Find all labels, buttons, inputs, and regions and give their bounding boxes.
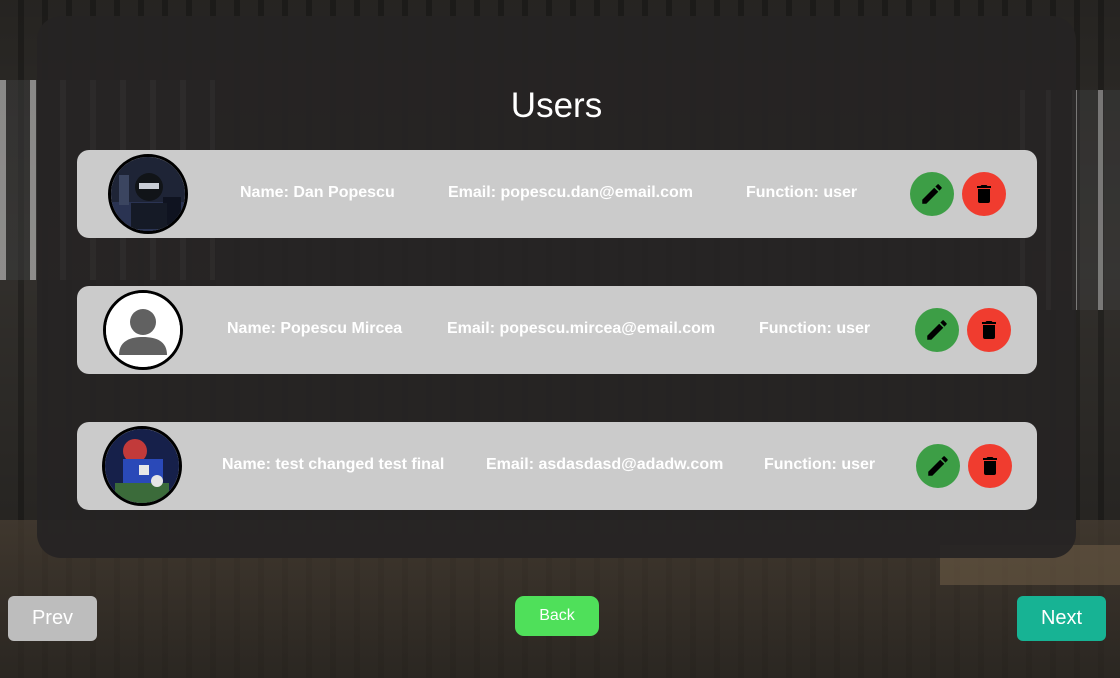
trash-icon xyxy=(983,457,997,475)
person-icon xyxy=(106,293,180,367)
avatar xyxy=(103,290,183,370)
pencil-icon xyxy=(928,456,948,476)
trash-icon xyxy=(982,321,996,339)
user-email: Email: popescu.dan@email.com xyxy=(448,184,693,201)
delete-user-button[interactable] xyxy=(968,444,1012,488)
page-title: Users xyxy=(510,86,603,125)
user-name: Name: Dan Popescu xyxy=(240,184,395,201)
delete-user-button[interactable] xyxy=(967,308,1011,352)
back-button[interactable]: Back xyxy=(515,596,599,636)
trash-icon xyxy=(977,185,991,203)
user-card: Name: test changed test final Email: asd… xyxy=(77,422,1037,510)
user-function: Function: user xyxy=(764,456,876,473)
edit-user-button[interactable] xyxy=(915,308,959,352)
pencil-icon xyxy=(922,184,942,204)
next-button[interactable]: Next xyxy=(1017,596,1106,641)
user-name: Name: Popescu Mircea xyxy=(227,320,403,337)
user-email: Email: popescu.mircea@email.com xyxy=(447,320,716,337)
prev-button[interactable]: Prev xyxy=(8,596,97,641)
edit-user-button[interactable] xyxy=(910,172,954,216)
delete-user-button[interactable] xyxy=(962,172,1006,216)
pencil-icon xyxy=(927,320,947,340)
user-name: Name: test changed test final xyxy=(222,456,445,473)
user-card: Name: Dan Popescu Email: popescu.dan@ema… xyxy=(77,150,1037,238)
user-function: Function: user xyxy=(746,184,858,201)
edit-user-button[interactable] xyxy=(916,444,960,488)
avatar xyxy=(108,154,188,234)
user-function: Function: user xyxy=(759,320,871,337)
avatar xyxy=(102,426,182,506)
user-card: Name: Popescu Mircea Email: popescu.mirc… xyxy=(77,286,1037,374)
user-email: Email: asdasdasd@adadw.com xyxy=(486,456,724,473)
